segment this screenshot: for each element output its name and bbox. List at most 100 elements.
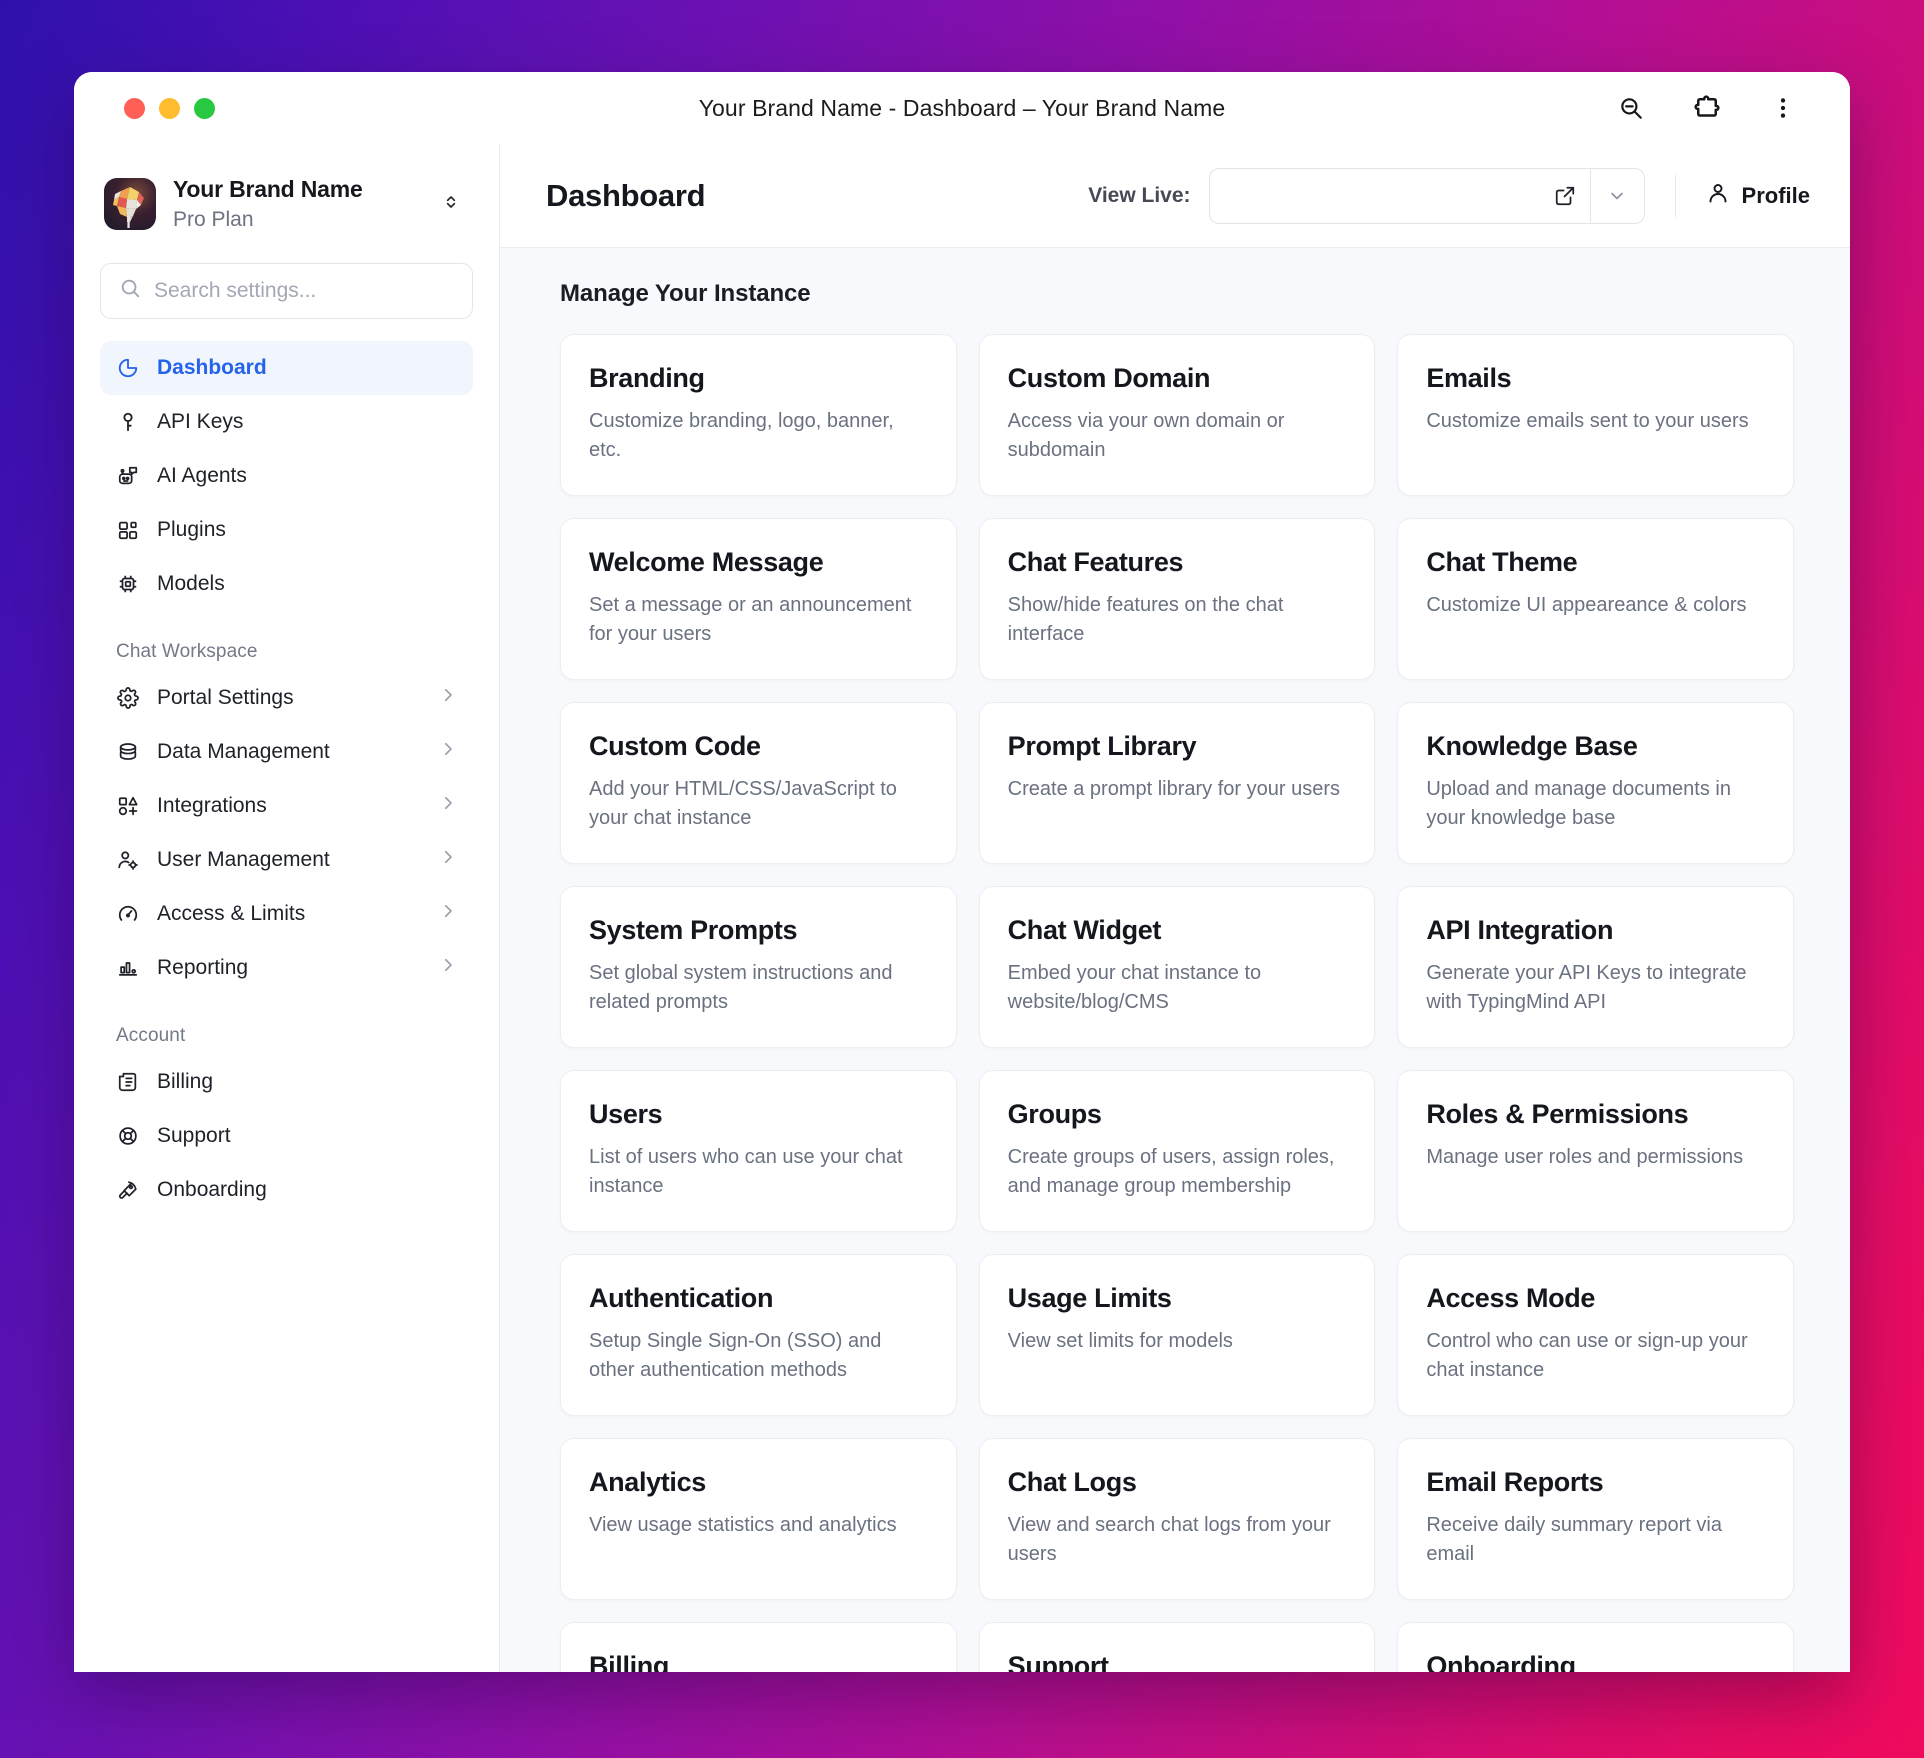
search-input[interactable] (154, 278, 454, 303)
browser-toolbar-actions (1614, 91, 1824, 125)
instance-card[interactable]: Roles & Permissions Manage user roles and… (1397, 1070, 1794, 1233)
instance-card-title: Access Mode (1426, 1283, 1596, 1314)
sidebar-item-label: Onboarding (157, 1177, 267, 1201)
sidebar-item-billing[interactable]: Billing (100, 1055, 473, 1109)
view-live-label: View Live: (1088, 183, 1191, 207)
instance-card-title: Emails (1426, 363, 1512, 393)
instance-card[interactable]: Groups Create groups of users, assign rol… (978, 1070, 1376, 1233)
instance-card[interactable]: Chat Widget Embed your chat instance to w… (978, 886, 1376, 1049)
zoom-out-icon[interactable] (1614, 91, 1648, 125)
sidebar-item-api-keys[interactable]: API Keys (100, 395, 473, 449)
user-icon (1706, 181, 1730, 211)
instance-card-title: Welcome Message (589, 547, 824, 578)
gauge-icon (116, 902, 140, 926)
instance-card[interactable]: SupportGet help, support, and resources (978, 1622, 1376, 1672)
instance-card[interactable]: API Integration Generate your API Keys to… (1397, 886, 1794, 1049)
instance-card[interactable]: OnboardingQuick start guide to setup you… (1397, 1622, 1794, 1672)
topbar-divider (1674, 174, 1676, 217)
cpu-chip-icon (116, 572, 140, 596)
instance-card[interactable]: Chat Logs View and search chat logs from … (978, 1438, 1376, 1601)
sidebar-item-onboarding[interactable]: Onboarding (100, 1163, 473, 1217)
sidebar-item-label: Portal Settings (157, 685, 294, 709)
instance-card-description: Control who can use or sign-up your chat… (1426, 1330, 1748, 1382)
instance-card[interactable]: Chat Theme Customize UI appeareance & col… (1397, 518, 1794, 681)
sidebar-item-support[interactable]: Support (100, 1109, 473, 1163)
instance-card[interactable]: Access Mode Control who can use or sign-u… (1397, 1254, 1794, 1417)
instance-card-title: Billing (589, 1651, 670, 1672)
sidebar-item-label: Access & Limits (157, 901, 306, 925)
maximize-window-button[interactable] (194, 97, 215, 119)
minimize-window-button[interactable] (159, 97, 180, 119)
instance-card-description: List of users who can use your chat inst… (589, 1146, 903, 1198)
sidebar-item-ai-agents[interactable]: AI Agents (100, 449, 473, 503)
instance-card-description: View set limits for models (1007, 1330, 1233, 1353)
instance-card[interactable]: Welcome Message Set a message or an annou… (560, 518, 957, 681)
instance-card-description: Generate your API Keys to integrate with… (1426, 962, 1747, 1014)
sidebar-item-dashboard[interactable]: Dashboard (100, 340, 473, 395)
sidebar-item-plugins[interactable]: Plugins (100, 503, 473, 557)
sidebar-item-label: Reporting (157, 955, 249, 979)
sidebar-nav: Dashboard API Keys AI Agents Plugins Mod… (100, 340, 473, 1217)
instance-card-description: Customize emails sent to your users (1426, 410, 1749, 433)
sidebar-item-access-limits[interactable]: Access & Limits (100, 887, 473, 941)
instance-card[interactable]: Email Reports Receive daily summary repor… (1397, 1438, 1794, 1601)
key-icon (116, 410, 140, 434)
instance-card-title: Roles & Permissions (1426, 1099, 1689, 1130)
workspace-name: Your Brand Name (173, 176, 363, 202)
instance-card-title: Analytics (589, 1467, 706, 1498)
sidebar-item-label: AI Agents (157, 463, 247, 487)
instance-card[interactable]: Emails Customize emails sent to your user… (1397, 334, 1794, 497)
profile-label: Profile (1741, 182, 1810, 208)
gear-icon (116, 686, 140, 710)
search-icon (119, 277, 141, 304)
rocket-icon (116, 1178, 140, 1202)
instance-card-description: Add your HTML/CSS/JavaScript to your cha… (589, 778, 897, 830)
close-window-button[interactable] (124, 97, 145, 119)
instance-card[interactable]: Custom Domain Access via your own domain … (978, 334, 1376, 497)
brain-logo-icon (104, 178, 156, 231)
instance-card[interactable]: System Prompts Set global system instruct… (560, 886, 957, 1049)
three-dot-menu-icon[interactable] (1766, 91, 1800, 125)
sidebar-item-reporting[interactable]: Reporting (100, 941, 473, 995)
instance-card-title: Custom Code (589, 731, 761, 762)
view-live-input[interactable] (1209, 168, 1540, 223)
sidebar-item-models[interactable]: Models (100, 557, 473, 611)
instance-card-title: API Integration (1426, 915, 1614, 946)
instance-card[interactable]: Knowledge Base Upload and manage document… (1397, 702, 1794, 865)
instance-card[interactable]: Authentication Setup Single Sign-On (SSO)… (560, 1254, 957, 1417)
main-content: Dashboard View Live: Profile Manage Your… (500, 144, 1850, 1672)
page-title: Dashboard (546, 177, 706, 213)
sidebar-item-portal-settings[interactable]: Portal Settings (100, 671, 473, 725)
instance-card[interactable]: Chat Features Show/hide features on the c… (978, 518, 1376, 681)
instance-card[interactable]: Custom Code Add your HTML/CSS/JavaScript … (560, 702, 957, 865)
instance-card-title: Chat Widget (1007, 915, 1162, 946)
instance-card[interactable]: Users List of users who can use your chat… (560, 1070, 957, 1233)
window-traffic-lights (124, 97, 215, 119)
blocks-icon (116, 518, 140, 542)
sidebar-item-label: Plugins (157, 517, 226, 541)
chevron-down-icon[interactable] (1589, 168, 1644, 223)
app-topbar: Dashboard View Live: Profile (500, 144, 1850, 248)
window-title: Your Brand Name - Dashboard – Your Brand… (698, 94, 1226, 121)
instance-card[interactable]: Analytics View usage statistics and analy… (560, 1438, 957, 1601)
instance-card-description: Create groups of users, assign roles, an… (1007, 1146, 1335, 1198)
sidebar-item-integrations[interactable]: Integrations (100, 779, 473, 833)
instance-card-description: Receive daily summary report via email (1426, 1514, 1722, 1566)
instance-card[interactable]: Usage Limits View set limits for models (978, 1254, 1376, 1417)
profile-button[interactable]: Profile (1700, 173, 1816, 219)
sidebar-item-user-management[interactable]: User Management (100, 833, 473, 887)
instance-card[interactable]: Prompt Library Create a prompt library fo… (978, 702, 1376, 865)
extensions-puzzle-icon[interactable] (1690, 91, 1724, 125)
search-settings-field[interactable] (100, 262, 473, 319)
browser-titlebar: Your Brand Name - Dashboard – Your Brand… (74, 72, 1850, 144)
robot-chat-icon (116, 464, 140, 488)
sidebar-item-label: Data Management (157, 739, 330, 763)
instance-card[interactable]: BillingManage your payment info and subs… (560, 1622, 957, 1672)
view-live-field[interactable] (1208, 167, 1645, 224)
sidebar: Your Brand Name Pro Plan Search settings… (74, 144, 500, 1672)
workspace-switcher[interactable]: Your Brand Name Pro Plan (100, 172, 473, 237)
sidebar-item-data-management[interactable]: Data Management (100, 725, 473, 779)
instance-card-title: Email Reports (1426, 1467, 1604, 1498)
external-link-icon[interactable] (1540, 169, 1590, 223)
instance-card[interactable]: Branding Customize branding, logo, banner… (560, 334, 957, 497)
